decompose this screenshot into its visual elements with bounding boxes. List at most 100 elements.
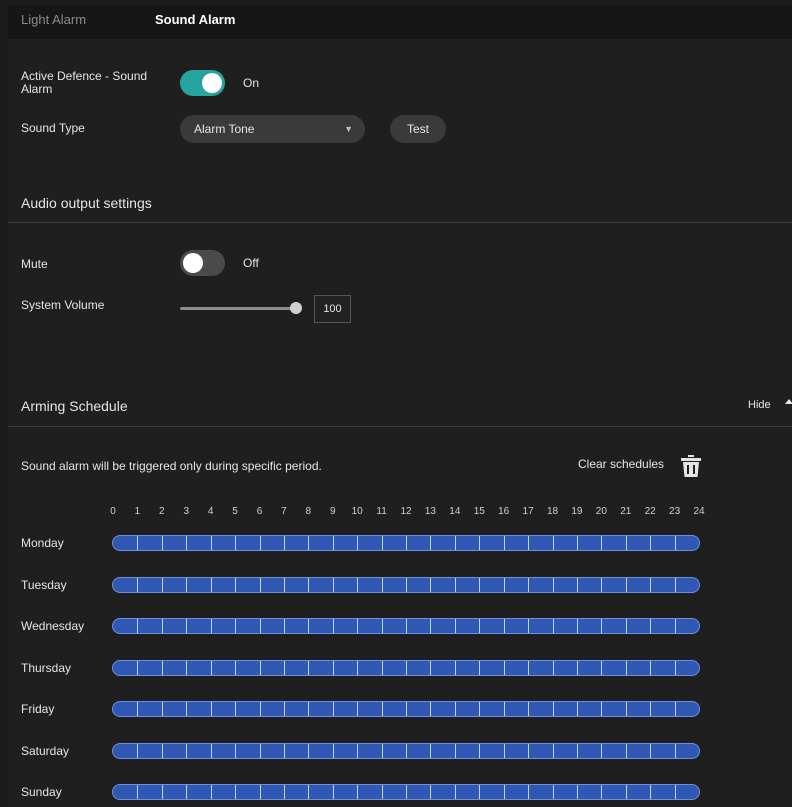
schedule-row: Sunday	[0, 783, 792, 803]
schedule-bar[interactable]	[112, 618, 700, 634]
hour-label: 19	[571, 506, 583, 517]
hour-divider	[210, 743, 212, 758]
hour-divider	[161, 536, 163, 550]
hour-divider	[601, 536, 603, 550]
hour-label: 17	[522, 506, 534, 517]
hour-label: 18	[546, 506, 559, 517]
mute-toggle[interactable]	[180, 250, 225, 276]
hour-divider	[650, 743, 652, 758]
hour-divider	[210, 619, 212, 633]
hour-divider	[161, 702, 163, 716]
hour-divider	[650, 702, 652, 716]
sound-type-select[interactable]: Alarm Tone ▼	[180, 115, 365, 143]
hour-divider	[137, 702, 139, 716]
hour-divider	[601, 785, 603, 799]
chevron-down-icon: ▼	[344, 124, 353, 134]
hour-divider	[259, 536, 261, 550]
hour-divider	[357, 536, 359, 550]
hour-divider	[235, 619, 237, 633]
hour-divider	[161, 577, 163, 592]
hour-divider	[186, 702, 188, 716]
hour-label: 6	[256, 506, 263, 517]
hour-divider	[381, 743, 383, 758]
hour-divider	[576, 577, 578, 592]
hour-divider	[552, 702, 554, 716]
toggle-knob	[202, 73, 222, 93]
day-label: Sunday	[21, 785, 62, 799]
hour-label: 16	[498, 506, 510, 517]
section-divider	[8, 222, 792, 223]
hour-label: 9	[329, 506, 336, 517]
hour-divider	[528, 619, 530, 633]
hour-divider	[454, 577, 456, 592]
hour-divider	[210, 702, 212, 716]
hour-divider	[332, 660, 334, 675]
hour-divider	[308, 785, 310, 799]
hour-divider	[308, 619, 310, 633]
hour-divider	[406, 660, 407, 675]
hour-divider	[552, 660, 554, 675]
alarm-tabs	[8, 5, 792, 39]
hour-divider	[674, 577, 676, 592]
hour-divider	[283, 743, 285, 758]
hour-divider	[625, 619, 627, 633]
day-label: Friday	[21, 702, 55, 716]
hour-divider	[503, 660, 505, 675]
hour-divider	[161, 785, 163, 799]
hour-divider	[576, 536, 578, 550]
schedule-bar[interactable]	[112, 701, 700, 717]
hour-divider	[503, 577, 505, 592]
hour-divider	[381, 619, 383, 633]
toggle-knob	[183, 253, 203, 273]
volume-slider-handle[interactable]	[290, 302, 302, 314]
hour-divider	[259, 577, 261, 592]
hour-divider	[576, 660, 578, 675]
hour-label: 2	[159, 506, 165, 517]
hour-divider	[576, 619, 578, 633]
hour-divider	[650, 785, 652, 799]
hour-divider	[674, 785, 676, 799]
hour-divider	[137, 785, 139, 799]
tab-light-alarm[interactable]: Light Alarm	[21, 12, 86, 27]
hour-divider	[674, 743, 676, 758]
system-volume-label: System Volume	[21, 298, 105, 312]
schedule-bar[interactable]	[112, 659, 700, 676]
test-sound-button[interactable]: Test	[390, 115, 446, 143]
tab-sound-alarm[interactable]: Sound Alarm	[155, 12, 235, 27]
volume-slider-track[interactable]	[180, 307, 297, 310]
volume-value-field[interactable]: 100	[314, 295, 351, 323]
hour-label: 12	[400, 506, 412, 517]
hour-divider	[210, 536, 212, 550]
hour-divider	[235, 577, 237, 592]
hour-scale: 0 1 2 3 4 5 6 7 8 9 10 11 12 13 14 15 16 17 18 19 20 21 22 23 24	[0, 506, 792, 518]
schedule-bar[interactable]	[112, 742, 700, 759]
hour-divider	[137, 743, 139, 758]
hour-divider	[406, 785, 407, 799]
trash-icon[interactable]	[681, 455, 701, 477]
hour-divider	[235, 743, 237, 758]
active-defence-toggle[interactable]	[180, 70, 225, 96]
schedule-bar[interactable]	[112, 535, 700, 551]
schedule-row: Wednesday	[0, 617, 792, 637]
hour-divider	[552, 785, 554, 799]
hour-divider	[357, 619, 359, 633]
hour-divider	[528, 785, 530, 799]
hour-divider	[210, 577, 212, 592]
hour-divider	[406, 702, 407, 716]
schedule-bar[interactable]	[112, 784, 700, 800]
hour-divider	[186, 785, 188, 799]
schedule-bar[interactable]	[112, 576, 700, 593]
hour-divider	[601, 577, 603, 592]
hour-divider	[503, 785, 505, 799]
hour-divider	[308, 660, 310, 675]
hour-divider	[674, 536, 676, 550]
hour-divider	[186, 743, 188, 758]
clear-schedules-button[interactable]: Clear schedules	[578, 457, 664, 471]
hour-divider	[357, 660, 359, 675]
hour-divider	[674, 660, 676, 675]
chevron-up-icon[interactable]	[785, 399, 792, 404]
hide-schedule-link[interactable]: Hide	[748, 399, 771, 411]
hour-divider	[235, 785, 237, 799]
hour-label: 1	[134, 506, 141, 517]
hour-label: 5	[232, 506, 238, 517]
